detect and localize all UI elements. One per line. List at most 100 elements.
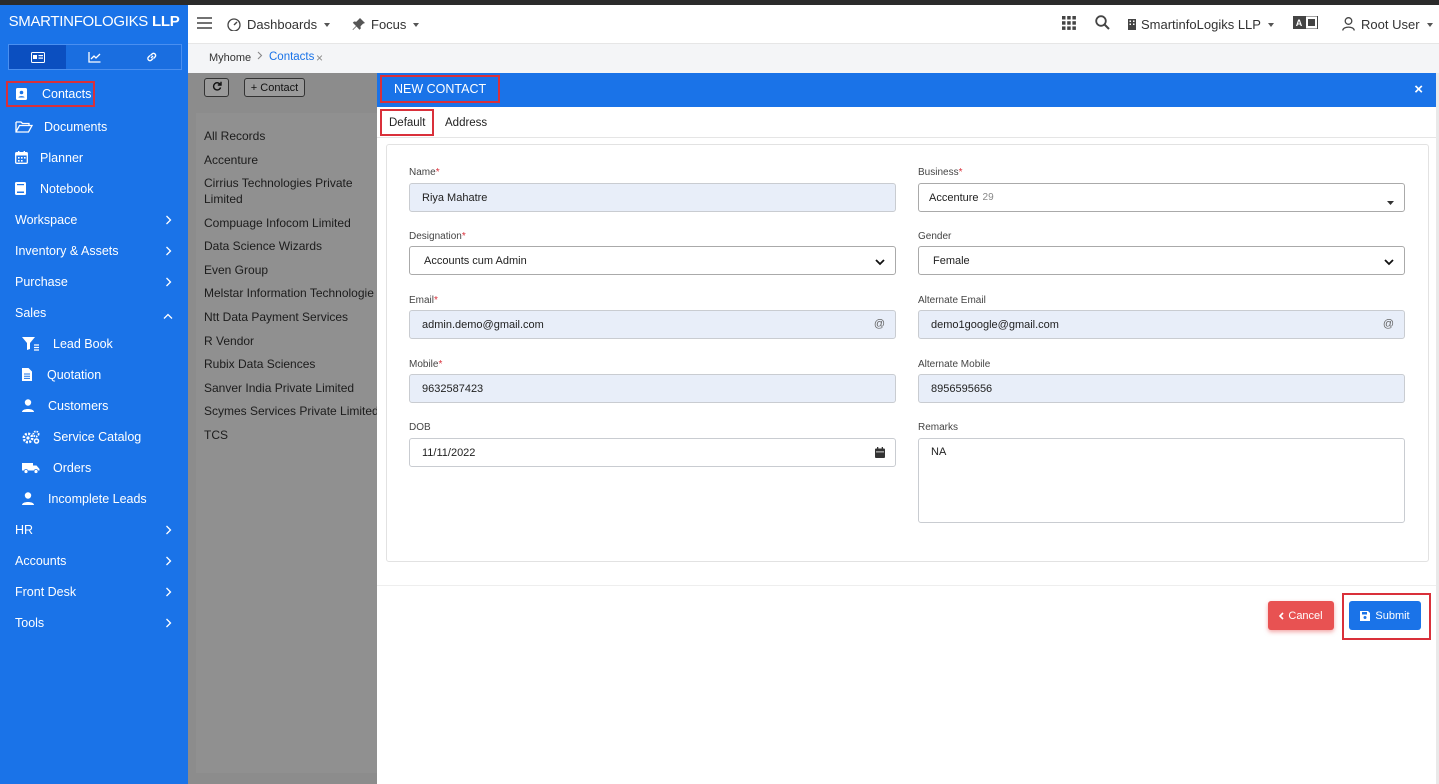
grid-icon: [1062, 15, 1076, 33]
focus-menu[interactable]: Focus: [352, 5, 420, 43]
business-select[interactable]: Accenture 29: [918, 183, 1405, 212]
sidebar-item-label: Planner: [40, 150, 84, 165]
chevron-down-icon: [875, 257, 885, 269]
breadcrumb-home[interactable]: Myhome: [209, 52, 251, 64]
chevron-right-icon: [165, 214, 172, 228]
tab-address[interactable]: Address: [445, 109, 487, 136]
user-icon: [22, 492, 42, 505]
sidebar-item-hr[interactable]: HR: [0, 514, 188, 545]
mobile-field[interactable]: 9632587423: [409, 374, 896, 403]
cancel-button[interactable]: Cancel: [1268, 601, 1334, 630]
chevron-right-icon: [257, 51, 263, 63]
sidebar-item-lead-book[interactable]: Lead Book: [0, 328, 188, 359]
refresh-button[interactable]: [204, 78, 229, 97]
add-contact-button[interactable]: + Contact: [244, 78, 305, 97]
sidebar-item-label: Sales: [15, 305, 47, 320]
sidebar-item-quotation[interactable]: Quotation: [0, 359, 188, 390]
sidebar-tab-reports[interactable]: [66, 45, 124, 69]
submit-button[interactable]: Submit: [1349, 601, 1421, 630]
chevron-up-icon: [163, 309, 173, 323]
list-item[interactable]: All Records: [204, 128, 265, 144]
gender-select[interactable]: Female: [918, 246, 1405, 275]
breadcrumb-contacts-tab[interactable]: Contacts: [269, 51, 314, 63]
sidebar-item-customers[interactable]: Customers: [0, 390, 188, 421]
sidebar-item-label: Front Desk: [15, 584, 77, 599]
list-item[interactable]: Even Group: [204, 262, 268, 278]
sidebar-item-label: Customers: [48, 398, 109, 413]
designation-select[interactable]: Accounts cum Admin: [409, 246, 896, 275]
sidebar-item-orders[interactable]: Orders: [0, 452, 188, 483]
modal-close-icon[interactable]: ×: [1414, 81, 1423, 98]
sidebar-tab-contacts[interactable]: [9, 45, 67, 69]
sidebar-item-notebook[interactable]: Notebook: [0, 173, 188, 204]
list-item[interactable]: Rubix Data Sciences: [204, 356, 315, 372]
menu-toggle-button[interactable]: [197, 5, 212, 43]
sidebar-row-contacts: Contacts: [0, 80, 188, 111]
list-item[interactable]: TCS: [204, 427, 228, 443]
chevron-down-icon: [1384, 257, 1394, 269]
company-menu[interactable]: SmartinfoLogiks LLP: [1128, 5, 1274, 43]
list-item[interactable]: Accenture: [204, 152, 258, 168]
breadcrumb: Myhome Contacts ×: [188, 44, 1439, 73]
tab-default[interactable]: Default: [380, 109, 435, 136]
user-menu[interactable]: Root User: [1342, 5, 1433, 43]
sidebar-item-label: Orders: [53, 460, 92, 475]
dob-label: DOB: [409, 422, 431, 433]
breadcrumb-close-icon[interactable]: ×: [316, 51, 323, 65]
sidebar-item-purchase[interactable]: Purchase: [0, 266, 188, 297]
name-field[interactable]: Riya Mahatre: [409, 183, 896, 212]
brand-suffix: LLP: [151, 12, 180, 30]
records-list: [196, 113, 377, 773]
business-label: Business*: [918, 167, 963, 178]
dob-value: 11/11/2022: [422, 446, 476, 459]
gauge-icon: [227, 17, 241, 31]
sidebar-item-documents[interactable]: Documents: [0, 111, 188, 142]
list-item[interactable]: R Vendor: [204, 333, 254, 349]
business-value: Accenture: [929, 191, 979, 204]
sidebar-tab-links[interactable]: [123, 45, 181, 69]
caret-down-icon: [413, 23, 420, 27]
sidebar-item-accounts[interactable]: Accounts: [0, 545, 188, 576]
sidebar-item-workspace[interactable]: Workspace: [0, 204, 188, 235]
alternate-email-value: demo1google@gmail.com: [931, 318, 1059, 331]
chevron-right-icon: [165, 524, 172, 538]
alternate-email-field[interactable]: demo1google@gmail.com @: [918, 310, 1405, 339]
list-item[interactable]: Compuage Infocom Limited: [204, 215, 351, 231]
brand-logo[interactable]: SMARTINFOLOGIKS LLP: [0, 5, 188, 37]
list-item[interactable]: Scymes Services Private Limited: [204, 403, 377, 419]
remarks-textarea[interactable]: NA: [918, 438, 1405, 523]
sidebar-item-inventory[interactable]: Inventory & Assets: [0, 235, 188, 266]
gender-label: Gender: [918, 231, 952, 242]
calendar-icon: [15, 151, 34, 164]
list-item[interactable]: Data Science Wizards: [204, 238, 322, 254]
calendar-icon[interactable]: [875, 447, 885, 461]
email-field[interactable]: admin.demo@gmail.com @: [409, 310, 896, 339]
save-icon: [1360, 610, 1371, 621]
sidebar-item-tools[interactable]: Tools: [0, 607, 188, 638]
dob-field[interactable]: 11/11/2022: [409, 438, 896, 467]
sidebar-item-incomplete-leads[interactable]: Incomplete Leads: [0, 483, 188, 514]
email-value: admin.demo@gmail.com: [422, 318, 544, 331]
alternate-mobile-field[interactable]: 8956595656: [918, 374, 1405, 403]
apps-grid-button[interactable]: [1062, 5, 1076, 43]
list-item[interactable]: Limited: [204, 191, 243, 207]
list-item[interactable]: Sanver India Private Limited: [204, 380, 354, 396]
designation-label: Designation*: [409, 231, 466, 242]
language-button[interactable]: A: [1293, 5, 1318, 43]
list-item[interactable]: Melstar Information Technologie: [204, 285, 377, 301]
gears-icon: [22, 430, 47, 444]
sidebar-item-sales[interactable]: Sales: [0, 297, 188, 328]
sidebar-item-label: Purchase: [15, 274, 68, 289]
search-button[interactable]: [1095, 5, 1110, 43]
sidebar-item-front-desk[interactable]: Front Desk: [0, 576, 188, 607]
id-card-icon: [30, 51, 45, 63]
list-item[interactable]: Cirrius Technologies Private: [204, 175, 353, 191]
sidebar-item-label: Notebook: [40, 181, 94, 196]
sidebar-item-contacts[interactable]: Contacts: [6, 81, 95, 107]
dashboards-menu[interactable]: Dashboards: [227, 5, 331, 43]
sidebar-item-service-catalog[interactable]: Service Catalog: [0, 421, 188, 452]
new-contact-modal: NEW CONTACT × Default Address Name* Riya…: [377, 73, 1439, 784]
name-value: Riya Mahatre: [422, 191, 488, 204]
sidebar-item-planner[interactable]: Planner: [0, 142, 188, 173]
list-item[interactable]: Ntt Data Payment Services: [204, 309, 348, 325]
